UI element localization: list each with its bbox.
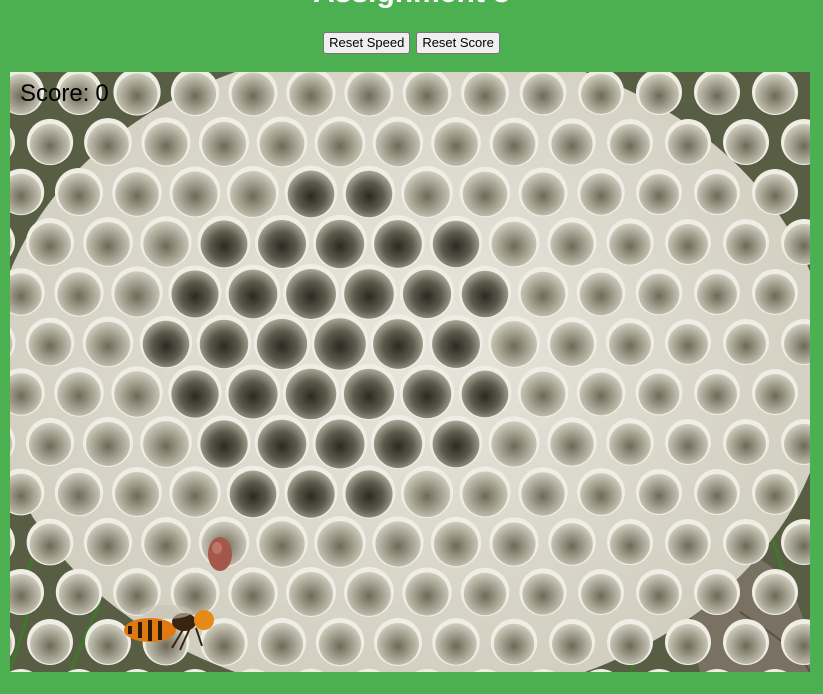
game-canvas[interactable]: Score: 0 xyxy=(10,72,810,672)
score-label: Score: xyxy=(20,80,90,107)
control-bar: Reset Speed Reset Score xyxy=(0,32,823,54)
reset-speed-button[interactable]: Reset Speed xyxy=(323,32,411,54)
score-display: Score: 0 xyxy=(20,80,109,108)
honeycomb-background xyxy=(10,72,810,672)
page-title: Assignment 3 xyxy=(0,0,823,8)
reset-score-button[interactable]: Reset Score xyxy=(416,32,500,54)
page: Assignment 3 Reset Speed Reset Score xyxy=(0,0,823,694)
score-value: 0 xyxy=(95,80,109,107)
